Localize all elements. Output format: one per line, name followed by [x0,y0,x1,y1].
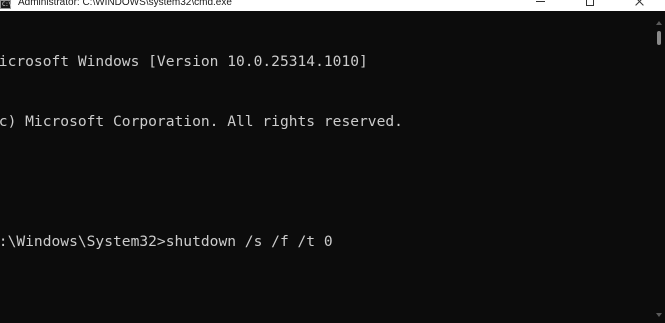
scrollbar-thumb[interactable] [657,31,661,45]
command-prompt-line[interactable]: C:\Windows\System32>shutdown /s /f /t 0 [0,232,403,252]
minimize-icon [535,1,545,2]
command-prompt-icon[interactable]: C:\ [0,0,12,9]
window-controls [515,0,665,11]
maximize-icon [586,0,594,6]
scroll-down-arrow-icon[interactable] [656,313,662,317]
command-prompt-icon-glyph: C:\ [2,1,12,8]
window-title: Administrator: C:\WINDOWS\system32\cmd.e… [18,0,232,8]
console-output[interactable]: Microsoft Windows [Version 10.0.25314.10… [0,12,403,292]
vertical-scrollbar[interactable] [653,11,665,323]
close-icon [635,0,645,6]
console-line-version: Microsoft Windows [Version 10.0.25314.10… [0,53,368,70]
title-bar[interactable]: C:\ Administrator: C:\WINDOWS\system32\c… [0,0,665,11]
minimize-button[interactable] [515,0,565,11]
scroll-up-arrow-icon[interactable] [656,21,662,25]
console-line-copyright: (c) Microsoft Corporation. All rights re… [0,113,403,130]
close-button[interactable] [615,0,665,11]
cmd-window: C:\ Administrator: C:\WINDOWS\system32\c… [0,0,665,323]
maximize-button[interactable] [565,0,615,11]
